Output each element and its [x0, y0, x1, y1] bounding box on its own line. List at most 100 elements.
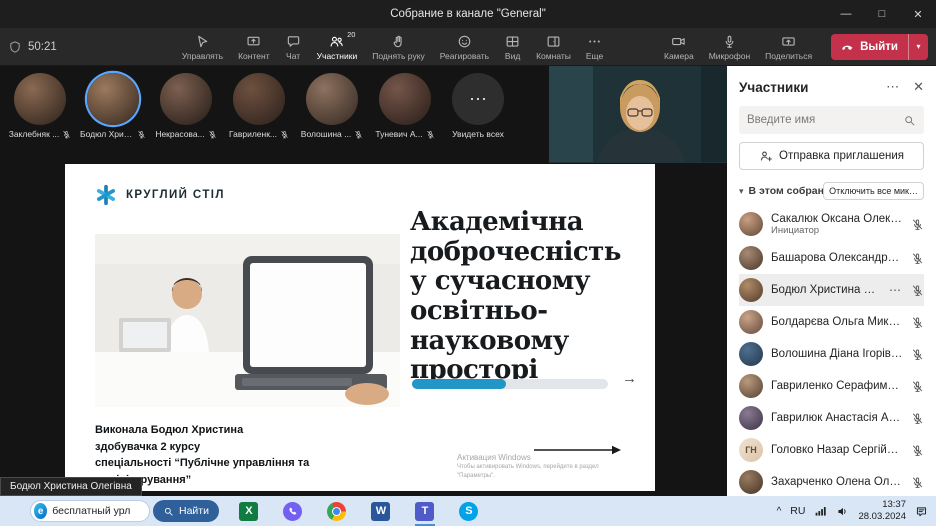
- participant-row[interactable]: Гаврилюк Анастасія Аркадіївна: [739, 402, 924, 434]
- leave-options-chevron-icon[interactable]: ▾: [908, 34, 928, 60]
- toolbar-button-label: Чат: [286, 51, 300, 61]
- filmstrip-participant[interactable]: Гавриленк...: [227, 73, 291, 139]
- taskbar-clock[interactable]: 13:37 28.03.2024: [858, 499, 906, 523]
- participant-name: Сакалюк Оксана Олександрівна: [771, 213, 903, 225]
- participant-more-icon[interactable]: ⋯: [889, 283, 901, 297]
- leave-split-button: Выйти ▾: [831, 34, 928, 60]
- participant-name: Гаврилюк Анастасія Аркадіївна: [771, 412, 903, 424]
- share-icon: [780, 34, 797, 49]
- participant-row[interactable]: Болдарєва Ольга Миколаївна: [739, 306, 924, 338]
- taskbar-search-input[interactable]: [52, 505, 141, 517]
- language-indicator[interactable]: RU: [790, 505, 805, 517]
- maximize-button[interactable]: □: [864, 0, 900, 28]
- word-icon[interactable]: W: [369, 499, 393, 523]
- taskbar-app-icons: X WTS: [237, 499, 481, 523]
- teams-icon[interactable]: T: [413, 499, 437, 523]
- search-input[interactable]: [747, 114, 903, 126]
- filmstrip-participant[interactable]: Заклебняк ...: [8, 73, 72, 139]
- tray-expand-icon[interactable]: ^: [777, 506, 782, 517]
- mic-off-icon: [62, 130, 71, 139]
- in-meeting-section: ▾ В этом собрании (20) Отключить все мик…: [739, 180, 924, 202]
- hangup-icon: [841, 40, 854, 53]
- participant-name: Гавриленко Серафима Сергіївна: [771, 380, 903, 392]
- participant-row[interactable]: Сакалюк Оксана ОлександрівнаИнициатор: [739, 206, 924, 242]
- taskbar-find-button[interactable]: Найти: [153, 500, 219, 522]
- share-invite-button[interactable]: Отправка приглашения: [739, 142, 924, 170]
- panel-close-icon[interactable]: ✕: [913, 79, 924, 95]
- viber-icon[interactable]: [281, 499, 305, 523]
- toolbar-button-rooms[interactable]: Комнаты: [529, 31, 578, 63]
- section-chevron-icon[interactable]: ▾: [739, 186, 744, 197]
- toolbar-button-camera[interactable]: Камера: [657, 31, 701, 63]
- participant-name: Заклебняк ...: [9, 129, 60, 139]
- volume-icon[interactable]: [836, 505, 849, 518]
- mute-all-button[interactable]: Отключить все мик…: [823, 182, 924, 200]
- slide-photo: [95, 234, 400, 407]
- toolbar-button-label: Вид: [505, 51, 520, 61]
- participant-row[interactable]: Захарченко Олена Олексіївна: [739, 466, 924, 496]
- mic-off-icon: [911, 252, 924, 265]
- participant-row[interactable]: Гавриленко Серафима Сергіївна: [739, 370, 924, 402]
- see-all-tile[interactable]: ⋯Увидеть всех: [446, 73, 510, 139]
- ellipsis-icon: [586, 34, 603, 49]
- toolbar-button-view[interactable]: Вид: [497, 31, 528, 63]
- mic-off-icon: [280, 130, 289, 139]
- mic-off-icon: [354, 130, 363, 139]
- participant-row[interactable]: Башарова Олександра Сергіївна: [739, 242, 924, 274]
- excel-icon[interactable]: X: [237, 499, 261, 523]
- people-icon: [328, 34, 345, 49]
- filmstrip-participant[interactable]: Бодюл Христи...: [81, 73, 145, 139]
- mic-off-icon: [911, 284, 924, 297]
- minimize-button[interactable]: —: [828, 0, 864, 28]
- participant-avatar: [739, 278, 763, 302]
- close-button[interactable]: ✕: [900, 0, 936, 28]
- filmstrip-participant[interactable]: Некрасова...: [154, 73, 218, 139]
- toolbar-button-microphone[interactable]: Микрофон: [702, 31, 757, 63]
- network-icon[interactable]: [814, 505, 827, 518]
- participant-row[interactable]: Волошина Діана Ігорівна: [739, 338, 924, 370]
- toolbar-button-react[interactable]: Реагировать: [433, 31, 496, 63]
- mic-icon: [721, 34, 738, 49]
- taskbar-search-box[interactable]: e: [30, 500, 150, 522]
- slide-logo: КРУГЛИЙ СТІЛ: [95, 184, 225, 206]
- participant-avatar: [306, 73, 358, 125]
- panel-header: Участники ⋯ ✕: [739, 76, 924, 98]
- chat-icon: [285, 34, 302, 49]
- system-tray: ^ RU 13:37 28.03.2024: [777, 499, 936, 523]
- mic-off-icon: [426, 130, 435, 139]
- toolbar-button-label: Еще: [586, 51, 603, 61]
- search-icon: [903, 114, 916, 127]
- participant-avatar: [739, 212, 763, 236]
- participant-row[interactable]: ГНГоловко Назар Сергійович: [739, 434, 924, 466]
- slide-title: Академічна доброчесність у сучасному осв…: [410, 208, 642, 386]
- participant-name: Некрасова...: [155, 129, 204, 139]
- meeting-timer: 50:21: [28, 41, 57, 53]
- invite-button-label: Отправка приглашения: [779, 150, 904, 162]
- leave-button[interactable]: Выйти: [831, 34, 908, 60]
- toolbar-button-more[interactable]: Еще: [579, 31, 610, 63]
- participant-role: Инициатор: [771, 225, 903, 236]
- presenter-video[interactable]: [549, 66, 727, 163]
- participant-name: Бодюл Христи...: [80, 129, 134, 139]
- leave-button-label: Выйти: [860, 41, 898, 53]
- action-center-icon[interactable]: [915, 505, 928, 518]
- toolbar-button-content[interactable]: Контент: [231, 31, 277, 63]
- skype-icon[interactable]: S: [457, 499, 481, 523]
- meeting-toolbar: 50:21 УправлятьКонтент Чат 20УчастникиПодн…: [0, 28, 936, 66]
- participant-name: Башарова Олександра Сергіївна: [771, 252, 903, 264]
- participant-row[interactable]: Бодюл Христина Олегівна⋯: [739, 274, 924, 306]
- chrome-icon[interactable]: [325, 499, 349, 523]
- filmstrip-participant[interactable]: Туневич А...: [373, 73, 437, 139]
- participant-avatar: [160, 73, 212, 125]
- toolbar-button-raise-hand[interactable]: Поднять руку: [365, 31, 432, 63]
- panel-more-icon[interactable]: ⋯: [886, 79, 899, 95]
- toolbar-button-participants[interactable]: 20Участники: [310, 31, 365, 63]
- participant-name: Туневич А...: [375, 129, 422, 139]
- hand-icon: [390, 34, 407, 49]
- participant-name: Гавриленк...: [229, 129, 277, 139]
- toolbar-button-manage[interactable]: Управлять: [175, 31, 230, 63]
- toolbar-button-share[interactable]: Поделиться: [758, 31, 819, 63]
- toolbar-button-chat[interactable]: Чат: [278, 31, 309, 63]
- participant-name: Волошина Діана Ігорівна: [771, 348, 903, 360]
- filmstrip-participant[interactable]: Волошина ...: [300, 73, 364, 139]
